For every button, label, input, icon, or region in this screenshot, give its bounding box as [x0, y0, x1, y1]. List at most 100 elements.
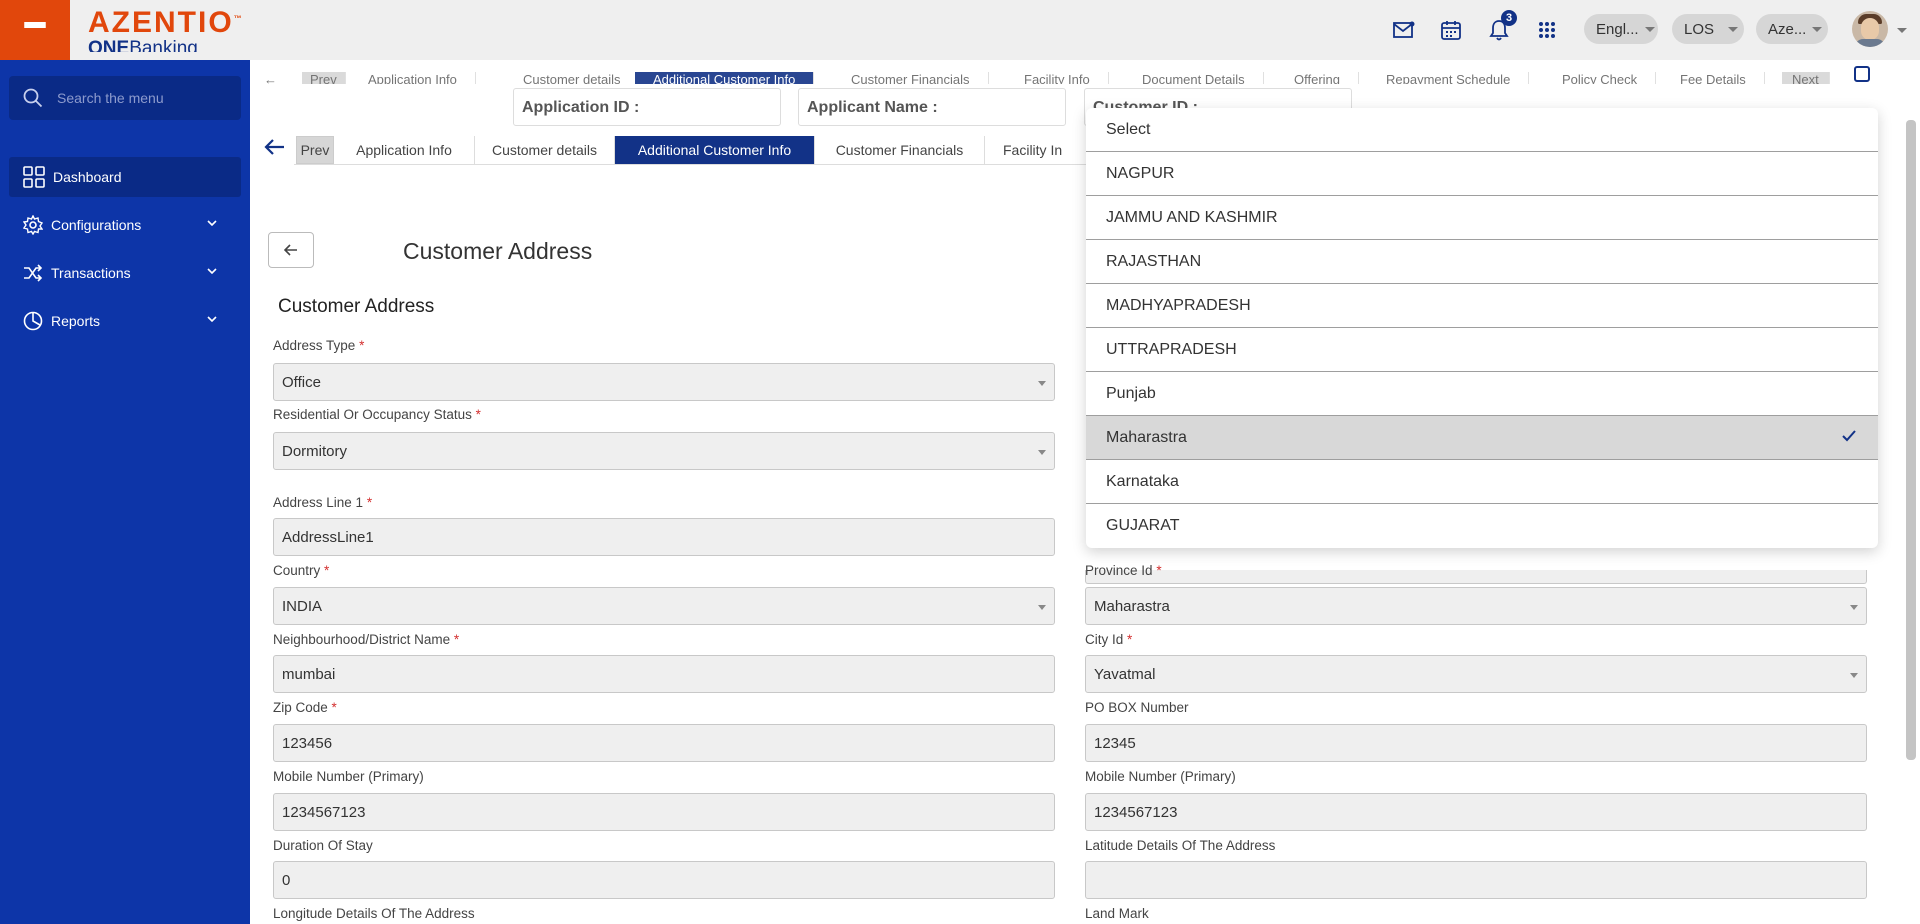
- menu-search[interactable]: [9, 76, 241, 120]
- avatar-chevron-down-icon[interactable]: [1897, 28, 1907, 33]
- po-box-label: PO BOX Number: [1085, 700, 1189, 715]
- occupancy-select[interactable]: Dormitory: [273, 432, 1055, 470]
- sticky-tab-repayment-schedule[interactable]: Repayment Schedule: [1368, 72, 1530, 84]
- dropdown-option[interactable]: Punjab: [1086, 372, 1878, 416]
- tab-application-info[interactable]: Application Info: [334, 136, 475, 164]
- sidebar-item-label: Reports: [51, 313, 101, 329]
- menu-toggle-button[interactable]: [0, 0, 70, 60]
- latitude-label: Latitude Details Of The Address: [1085, 838, 1276, 853]
- duration-of-stay-input[interactable]: 0: [273, 861, 1055, 899]
- top-header: AZENTIO™ ONEBanking 3 Engl... LOS Aze...: [0, 0, 1920, 60]
- arrow-left-icon: [284, 244, 297, 256]
- mobile-primary-input[interactable]: 1234567123: [273, 793, 1055, 831]
- notification-bell-icon[interactable]: 3: [1485, 10, 1517, 44]
- dropdown-option[interactable]: Select: [1086, 108, 1878, 152]
- dropdown-option[interactable]: GUJARAT: [1086, 504, 1878, 548]
- address-type-select[interactable]: Office: [273, 363, 1055, 401]
- address-line2-input-partial[interactable]: [1085, 570, 1867, 584]
- tab-customer-financials[interactable]: Customer Financials: [815, 136, 985, 164]
- sidebar-item-transactions[interactable]: Transactions: [9, 253, 241, 293]
- dropdown-option[interactable]: NAGPUR: [1086, 152, 1878, 196]
- dropdown-arrow-icon: [1038, 605, 1046, 610]
- country-label: Country *: [273, 563, 330, 578]
- sidebar-item-dashboard[interactable]: Dashboard: [9, 157, 241, 197]
- mobile-primary-label: Mobile Number (Primary): [273, 769, 424, 784]
- language-select[interactable]: Engl...: [1584, 14, 1658, 44]
- dropdown-option[interactable]: MADHYAPRADESH: [1086, 284, 1878, 328]
- dropdown-option[interactable]: Karnataka: [1086, 460, 1878, 504]
- sticky-tab-offering[interactable]: Offering: [1276, 72, 1360, 84]
- city-id-select[interactable]: Yavatmal: [1085, 655, 1867, 693]
- sidebar-item-label: Dashboard: [53, 169, 122, 185]
- dropdown-arrow-icon: [1038, 381, 1046, 386]
- latitude-input[interactable]: [1085, 861, 1867, 899]
- module-select[interactable]: LOS: [1672, 14, 1744, 44]
- sticky-tab-document-details[interactable]: Document Details: [1124, 72, 1264, 84]
- chevron-down-icon: [207, 268, 217, 274]
- occupancy-label: Residential Or Occupancy Status *: [273, 407, 481, 422]
- sticky-tab-policy-check[interactable]: Policy Check: [1544, 72, 1657, 84]
- sticky-tab-fee-details[interactable]: Fee Details: [1662, 72, 1765, 84]
- sticky-tab-application-info[interactable]: Application Info: [350, 72, 476, 84]
- apps-grid-icon[interactable]: [1533, 16, 1561, 44]
- sticky-tab-customer-financials[interactable]: Customer Financials: [833, 72, 989, 84]
- application-id-box: Application ID :: [513, 88, 781, 126]
- duration-of-stay-label: Duration Of Stay: [273, 838, 373, 853]
- sidebar-item-label: Transactions: [51, 265, 131, 281]
- tab-customer-details[interactable]: Customer details: [475, 136, 615, 164]
- city-id-label: City Id *: [1085, 632, 1133, 647]
- tab-prev[interactable]: Prev: [296, 136, 334, 164]
- dropdown-option-selected[interactable]: Maharastra: [1086, 416, 1878, 460]
- hamburger-icon: [24, 22, 46, 38]
- applicant-name-box: Applicant Name :: [798, 88, 1066, 126]
- province-dropdown-panel: Select NAGPUR JAMMU AND KASHMIR RAJASTHA…: [1086, 108, 1878, 548]
- notification-badge: 3: [1501, 10, 1517, 26]
- back-button[interactable]: [268, 232, 314, 268]
- sticky-back-icon[interactable]: ←: [250, 72, 291, 84]
- zip-code-label: Zip Code *: [273, 700, 337, 715]
- po-box-input[interactable]: 12345: [1085, 724, 1867, 762]
- sticky-menu-icon[interactable]: [1854, 66, 1870, 82]
- province-id-select[interactable]: Maharastra: [1085, 587, 1867, 625]
- chevron-down-icon: [1728, 26, 1739, 32]
- tab-additional-customer-info[interactable]: Additional Customer Info: [615, 136, 815, 164]
- dropdown-option[interactable]: UTTRAPRADESH: [1086, 328, 1878, 372]
- dropdown-arrow-icon: [1850, 605, 1858, 610]
- dropdown-option[interactable]: RAJASTHAN: [1086, 240, 1878, 284]
- mobile-secondary-label: Mobile Number (Primary): [1085, 769, 1236, 784]
- app-logo: AZENTIO™ ONEBanking: [88, 6, 244, 52]
- sticky-tab-customer-details[interactable]: Customer details: [505, 72, 640, 84]
- back-arrow-icon[interactable]: [264, 138, 286, 156]
- mail-icon[interactable]: [1390, 16, 1418, 44]
- section-title: Customer Address: [278, 296, 435, 317]
- sidebar-item-reports[interactable]: Reports: [9, 301, 241, 341]
- landmark-label: Land Mark: [1085, 906, 1149, 921]
- longitude-label: Longitude Details Of The Address: [273, 906, 475, 921]
- sticky-tab-next[interactable]: Next: [1782, 72, 1830, 84]
- shuffle-icon: [24, 264, 43, 282]
- country-select[interactable]: INDIA: [273, 587, 1055, 625]
- sidebar-item-configurations[interactable]: Configurations: [9, 205, 241, 245]
- logo-text: AZENTIO: [88, 6, 234, 39]
- chevron-down-icon: [207, 220, 217, 226]
- district-label: Neighbourhood/District Name *: [273, 632, 460, 647]
- mobile-secondary-input[interactable]: 1234567123: [1085, 793, 1867, 831]
- zip-code-input[interactable]: 123456: [273, 724, 1055, 762]
- sticky-tab-facility-info[interactable]: Facility Info: [1006, 72, 1109, 84]
- sticky-tab-strip: ← Prev Application Info Customer details…: [250, 64, 1920, 84]
- address-line1-input[interactable]: AddressLine1: [273, 518, 1055, 556]
- user-avatar[interactable]: [1852, 11, 1888, 47]
- sticky-tab-prev[interactable]: Prev: [302, 72, 346, 84]
- gear-icon: [23, 215, 43, 235]
- entity-select[interactable]: Aze...: [1756, 14, 1828, 44]
- sidebar-item-label: Configurations: [51, 217, 142, 233]
- district-input[interactable]: mumbai: [273, 655, 1055, 693]
- menu-search-input[interactable]: [57, 90, 227, 106]
- calendar-icon[interactable]: [1437, 16, 1465, 44]
- page-scrollbar[interactable]: [1906, 120, 1916, 760]
- address-line1-label: Address Line 1 *: [273, 495, 373, 510]
- dropdown-option[interactable]: JAMMU AND KASHMIR: [1086, 196, 1878, 240]
- address-type-label: Address Type *: [273, 338, 365, 353]
- dropdown-arrow-icon: [1038, 450, 1046, 455]
- sticky-tab-additional-customer-info[interactable]: Additional Customer Info: [635, 72, 815, 84]
